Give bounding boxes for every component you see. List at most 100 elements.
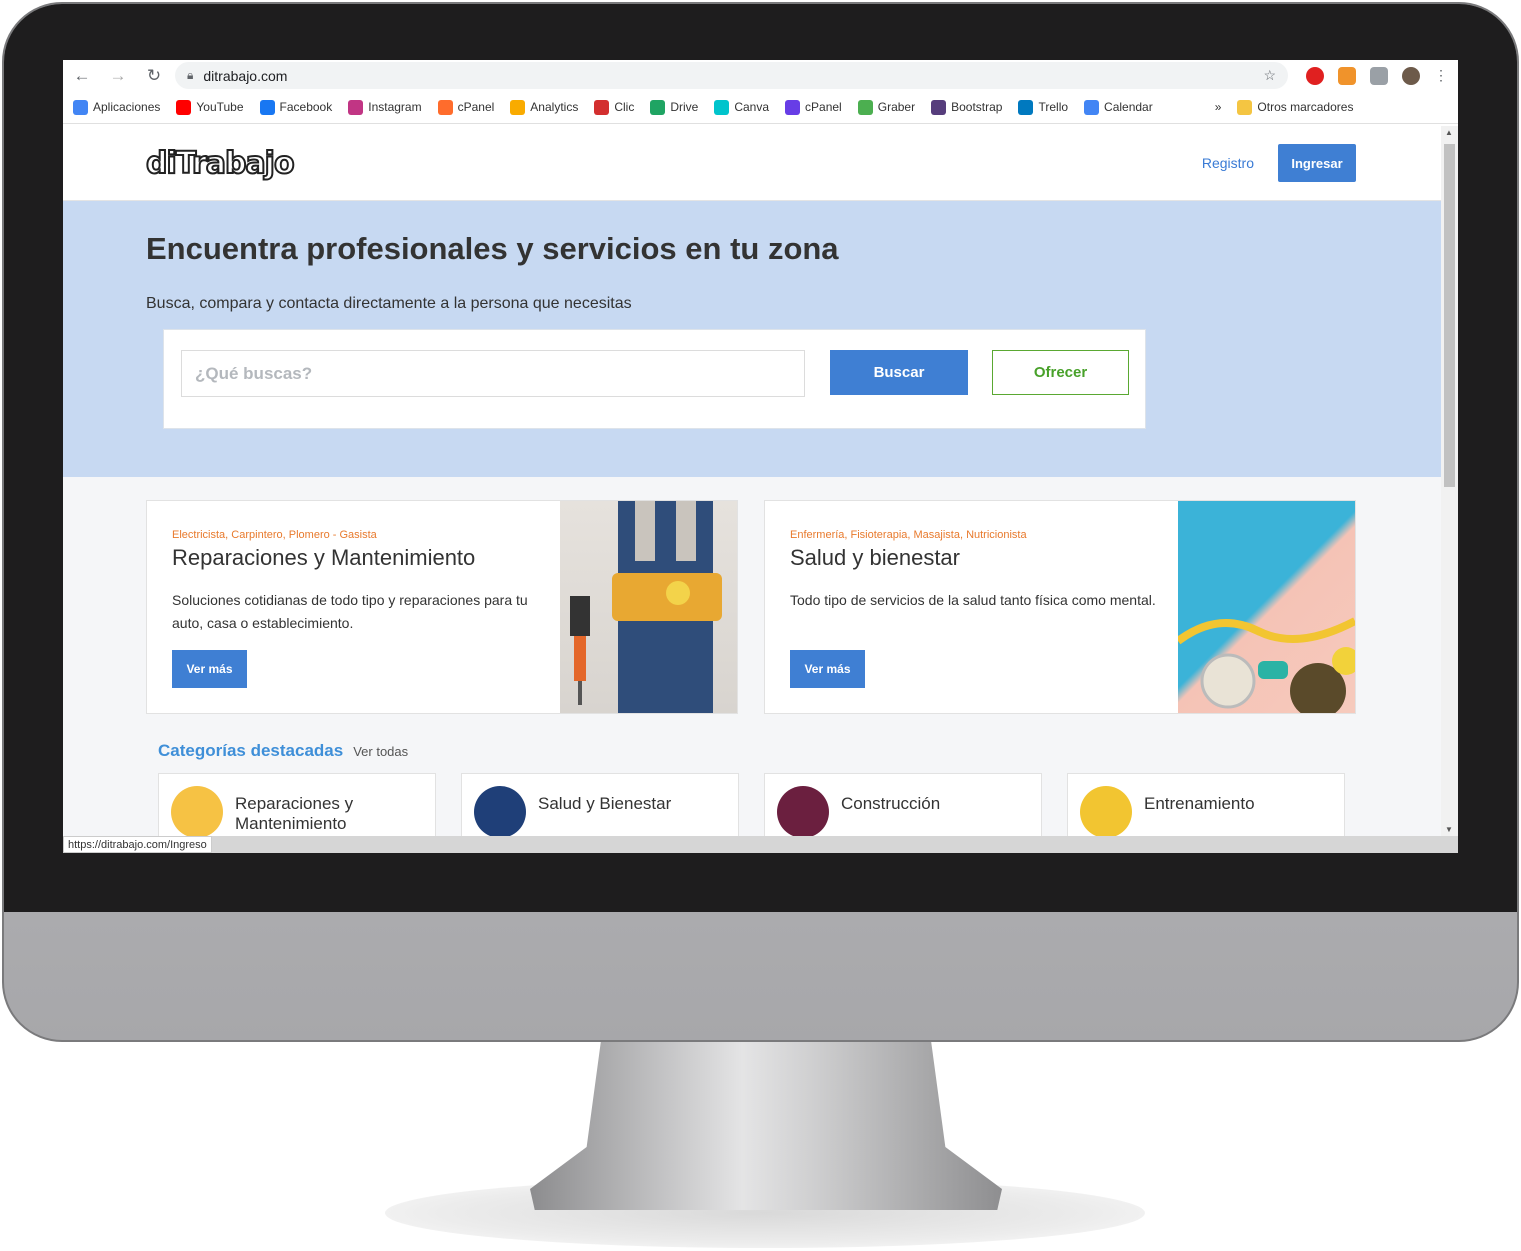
trello-icon	[1018, 99, 1034, 115]
bookmark-label: Analytics	[530, 100, 579, 114]
bookmark-label: Instagram	[368, 100, 422, 114]
vertical-scrollbar[interactable]: ▲ ▼	[1441, 126, 1458, 836]
bookmark-calendar[interactable]: Calendar	[1084, 99, 1153, 115]
scroll-down-icon[interactable]: ▼	[1445, 825, 1453, 834]
menu-kebab-icon[interactable]: ⋮	[1434, 67, 1448, 84]
card-title: Salud y bienestar	[790, 545, 960, 570]
browser-window: ← → ↻ 🔒︎ ditrabajo.com ☆ ⋮ Aplicaciones Y…	[63, 60, 1458, 853]
url-text[interactable]: ditrabajo.com	[203, 68, 287, 84]
bookmarks-overflow-button[interactable]: »	[1215, 100, 1222, 114]
bookmark-cpanel[interactable]: cPanel	[785, 99, 842, 115]
ver-todas-link[interactable]: Ver todas	[353, 744, 408, 759]
bookmark-instagram[interactable]: Instagram	[348, 99, 422, 115]
ver-mas-button[interactable]: Ver más	[172, 650, 247, 688]
category-icon	[474, 786, 526, 838]
category-label: Construcción	[841, 794, 941, 813]
address-bar-row: ← → ↻ 🔒︎ ditrabajo.com ☆ ⋮	[63, 60, 1458, 91]
facebook-icon	[259, 99, 275, 115]
canva-icon	[714, 99, 730, 115]
bookmark-label: YouTube	[196, 100, 244, 114]
category-card[interactable]: Salud y Bienestar	[461, 773, 739, 843]
bookmark-bootstrap[interactable]: Bootstrap	[931, 99, 1003, 115]
ofrecer-button[interactable]: Ofrecer	[992, 350, 1129, 395]
ver-mas-button[interactable]: Ver más	[790, 650, 865, 688]
scroll-thumb[interactable]	[1444, 144, 1455, 487]
cpanel-icon	[437, 99, 453, 115]
card-tags: Enfermería, Fisioterapia, Masajista, Nut…	[790, 529, 1027, 541]
bookmark-clic[interactable]: Clic	[594, 99, 635, 115]
bookmark-canva[interactable]: Canva	[714, 99, 770, 115]
card-tags: Electricista, Carpintero, Plomero - Gasi…	[172, 529, 377, 541]
site-page: diTrabajo Registro Ingresar Encuentra pr…	[63, 126, 1441, 843]
calendar-icon	[1084, 99, 1100, 115]
bookmark-facebook[interactable]: Facebook	[259, 99, 333, 115]
categories-list: Reparaciones y Mantenimiento Salud y Bien…	[63, 761, 1441, 843]
card-description: Soluciones cotidianas de todo tipo y rep…	[172, 592, 528, 631]
bookmark-label: Aplicaciones	[93, 100, 161, 114]
other-bookmarks-label: Otros marcadores	[1257, 100, 1354, 114]
category-card[interactable]: Entrenamiento	[1067, 773, 1345, 843]
youtube-icon	[176, 99, 192, 115]
bookmark-analytics[interactable]: Analytics	[510, 99, 579, 115]
clic-icon	[594, 99, 610, 115]
ingresar-button[interactable]: Ingresar	[1278, 144, 1356, 182]
graber-icon	[857, 99, 873, 115]
search-input[interactable]	[181, 350, 805, 397]
back-arrow-icon[interactable]: ←	[73, 66, 91, 86]
extensions: ⋮	[1306, 66, 1448, 85]
bookmark-label: Graber	[877, 100, 916, 114]
site-header: diTrabajo Registro Ingresar	[63, 126, 1441, 201]
card-description: Todo tipo de servicios de la salud tanto…	[790, 592, 1156, 608]
shield-icon[interactable]	[1370, 66, 1388, 85]
apps-icon	[73, 99, 88, 115]
horizontal-scrollbar[interactable]	[63, 836, 1458, 853]
site-logo[interactable]: diTrabajo	[145, 145, 296, 182]
bookmark-graber[interactable]: Graber	[857, 99, 916, 115]
shopping-icon[interactable]	[1338, 66, 1356, 85]
bookmarks-bar: Aplicaciones YouTube Facebook Instagram cPan…	[63, 91, 1458, 124]
buscar-button[interactable]: Buscar	[830, 350, 968, 395]
category-card[interactable]: Construcción	[764, 773, 1042, 843]
adblock-icon[interactable]	[1306, 66, 1324, 85]
reload-icon[interactable]: ↻	[145, 66, 163, 86]
category-icon	[171, 786, 223, 838]
bootstrap-icon	[931, 99, 947, 115]
analytics-icon	[510, 99, 526, 115]
scroll-up-icon[interactable]: ▲	[1445, 128, 1453, 137]
bookmark-trello[interactable]: Trello	[1018, 99, 1068, 115]
header-actions: Registro Ingresar	[1202, 144, 1356, 182]
bookmark-label: Canva	[734, 100, 770, 114]
bookmark-label: Clic	[614, 100, 635, 114]
category-card[interactable]: Reparaciones y Mantenimiento	[158, 773, 436, 843]
bookmark-label: cPanel	[457, 100, 495, 114]
lock-icon: 🔒︎	[187, 68, 194, 82]
omnibox[interactable]: 🔒︎ ditrabajo.com ☆	[175, 62, 1288, 89]
bookmark-drive[interactable]: Drive	[650, 99, 699, 115]
bookmark-label: Calendar	[1104, 100, 1153, 114]
forward-arrow-icon[interactable]: →	[109, 66, 127, 86]
star-icon[interactable]: ☆	[1263, 67, 1276, 84]
category-label: Salud y Bienestar	[538, 794, 672, 813]
bookmark-cpanel[interactable]: cPanel	[437, 99, 495, 115]
bookmark-label: Bootstrap	[951, 100, 1003, 114]
hero-subtitle: Busca, compara y contacta directamente a…	[146, 295, 632, 312]
bookmark-label: Facebook	[279, 100, 333, 114]
worker-image	[560, 501, 737, 713]
hero-title: Encuentra profesionales y servicios en t…	[146, 231, 839, 266]
category-icon	[1080, 786, 1132, 838]
bookmark-label: Drive	[670, 100, 699, 114]
hero-section: Encuentra profesionales y servicios en t…	[63, 201, 1441, 477]
category-label: Reparaciones y Mantenimiento	[235, 794, 354, 833]
feature-cards: Electricista, Carpintero, Plomero - Gasi…	[63, 477, 1441, 714]
other-bookmarks-folder[interactable]: Otros marcadores	[1237, 99, 1354, 115]
category-icon	[777, 786, 829, 838]
bookmark-youtube[interactable]: YouTube	[176, 99, 244, 115]
card-salud: Enfermería, Fisioterapia, Masajista, Nut…	[764, 500, 1356, 714]
registro-link[interactable]: Registro	[1202, 155, 1254, 171]
drive-icon	[650, 99, 666, 115]
status-url-tooltip: https://ditrabajo.com/Ingreso	[63, 836, 212, 853]
avatar[interactable]	[1402, 66, 1420, 85]
bookmark-aplicaciones[interactable]: Aplicaciones	[73, 99, 161, 115]
search-panel: Buscar Ofrecer	[163, 329, 1146, 429]
instagram-icon	[348, 99, 364, 115]
